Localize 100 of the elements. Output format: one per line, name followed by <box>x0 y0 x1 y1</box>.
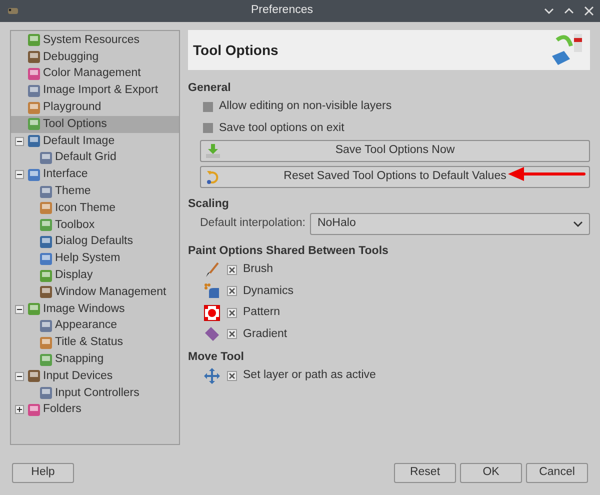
tree-item[interactable]: Image Windows <box>11 300 179 318</box>
tile-icon <box>27 117 41 132</box>
dialog-button[interactable]: Help <box>12 463 74 483</box>
window-title: Preferences <box>250 3 314 18</box>
interpolation-dropdown[interactable]: NoHalo <box>310 213 590 235</box>
tile-icon <box>27 302 41 316</box>
dialog-button[interactable]: OK <box>460 463 522 483</box>
tile-icon <box>39 218 53 232</box>
tree-label: System Resources <box>43 32 140 48</box>
collapse-icon[interactable] <box>14 170 24 180</box>
move-icon <box>204 368 220 384</box>
tile-icon <box>39 285 53 300</box>
tile-icon <box>27 66 41 81</box>
app-icon <box>6 5 20 17</box>
section-heading: Scaling <box>188 197 230 212</box>
tile-icon <box>39 268 53 283</box>
tree-label: Toolbox <box>55 218 95 233</box>
tree-label: Folders <box>43 402 82 418</box>
tile-icon <box>39 352 53 367</box>
tile-icon <box>39 386 53 400</box>
tree-item[interactable]: Image Import & Export <box>11 82 179 100</box>
tree-item[interactable]: Input Controllers <box>11 384 179 402</box>
tree-item[interactable]: Icon Theme <box>11 200 179 217</box>
tree-label: Interface <box>43 167 88 182</box>
tree-item[interactable]: Default Image <box>11 132 179 150</box>
tree-label: Input Controllers <box>55 386 140 401</box>
tree-label: Dialog Defaults <box>55 234 133 250</box>
tile-icon <box>27 134 41 148</box>
brush-icon <box>204 262 220 278</box>
dots-shape-icon <box>204 283 220 300</box>
tree-item[interactable]: Playground <box>11 99 179 116</box>
option-label: Pattern <box>243 305 280 320</box>
checkbox[interactable] <box>227 308 237 318</box>
tree-label: Tool Options <box>43 116 107 132</box>
dialog-button[interactable]: Cancel <box>526 463 588 483</box>
option-label: Dynamics <box>243 284 294 299</box>
tile-icon <box>39 234 53 249</box>
tree-label: Image Import & Export <box>43 83 158 98</box>
pattern-icon <box>204 304 220 321</box>
tree-label: Window Management <box>55 284 166 300</box>
checkbox[interactable] <box>227 329 237 340</box>
tree-label: Title & Status <box>55 335 123 350</box>
expand-icon[interactable] <box>14 405 24 414</box>
tree-item[interactable]: Title & Status <box>11 334 179 352</box>
checkbox[interactable] <box>203 123 213 134</box>
save-button[interactable]: Save Tool Options Now <box>200 140 590 162</box>
tree-item[interactable]: Tool Options <box>11 116 179 133</box>
maximize-icon[interactable] <box>564 7 574 15</box>
tile-icon <box>27 168 41 182</box>
option-label: Brush <box>243 262 274 278</box>
chevron-icon <box>573 221 583 227</box>
tree-item[interactable]: Debugging <box>11 48 179 66</box>
tree-item[interactable]: Display <box>11 267 179 284</box>
checkbox[interactable] <box>203 102 213 112</box>
close-icon[interactable] <box>584 6 594 16</box>
reset-button[interactable]: Reset Saved Tool Options to Default Values <box>200 166 590 188</box>
tool-icon <box>549 32 585 68</box>
collapse-icon[interactable] <box>14 136 24 146</box>
section-heading: General <box>188 81 232 96</box>
checkbox[interactable] <box>227 264 237 275</box>
tile-icon <box>39 318 53 333</box>
tree-item[interactable]: Folders <box>11 402 179 418</box>
option-label: Save tool options on exit <box>219 120 344 136</box>
tree-item[interactable]: Color Management <box>11 66 179 82</box>
checkbox[interactable] <box>227 370 237 381</box>
tree-item[interactable]: System Resources <box>11 32 179 49</box>
dialog-button[interactable]: Reset <box>394 463 456 483</box>
tree-label: Playground <box>43 100 102 115</box>
tree-item[interactable]: Theme <box>11 183 179 200</box>
tree-label: Help System <box>55 251 120 266</box>
tree-label: Theme <box>55 184 91 199</box>
tree-label: Debugging <box>43 50 99 65</box>
collapse-icon[interactable] <box>14 304 24 314</box>
tree-label: Display <box>55 268 93 283</box>
tree-item[interactable]: Dialog Defaults <box>11 234 179 250</box>
tile-icon <box>39 336 53 350</box>
tree-item[interactable]: Window Management <box>11 284 179 301</box>
tree-item[interactable]: Appearance <box>11 318 179 334</box>
page-title: Tool Options <box>193 40 278 60</box>
tile-icon <box>27 100 41 115</box>
tile-icon <box>27 84 41 98</box>
tile-icon <box>27 33 41 48</box>
tree-item[interactable]: Help System <box>11 250 179 268</box>
tree-item[interactable]: Input Devices <box>11 368 179 385</box>
undo-icon <box>205 169 221 185</box>
option-label: Gradient <box>243 326 288 342</box>
tile-icon <box>39 201 53 216</box>
tree-item[interactable]: Default Grid <box>11 150 179 166</box>
tree-item[interactable]: Interface <box>11 166 179 184</box>
gradient-icon <box>204 326 220 342</box>
checkbox[interactable] <box>227 286 237 296</box>
tree-item[interactable]: Snapping <box>11 351 179 368</box>
option-label: Allow editing on non-visible layers <box>219 99 392 114</box>
tree-item[interactable]: Toolbox <box>11 216 179 234</box>
tile-icon <box>27 50 41 64</box>
download-icon <box>205 143 221 159</box>
tree-label: Image Windows <box>43 302 125 317</box>
collapse-icon[interactable] <box>14 372 24 381</box>
tree-label: Color Management <box>43 66 141 82</box>
minimize-icon[interactable] <box>544 7 554 15</box>
